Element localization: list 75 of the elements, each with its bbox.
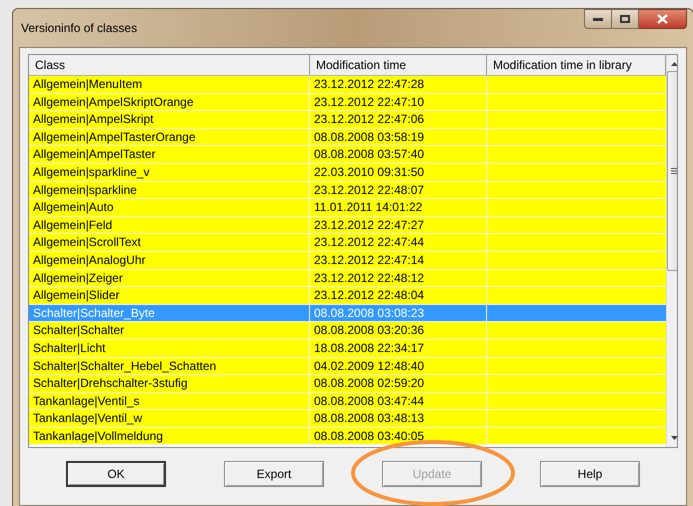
- table-cell: 08.08.2008 03:47:44: [310, 392, 487, 410]
- table-row[interactable]: Allgemein|AmpelSkriptOrange 23.12.2012 22:47:10: [29, 94, 666, 112]
- table-cell: 08.08.2008 03:58:19: [310, 128, 487, 146]
- table-cell: 08.08.2008 03:57:40: [310, 146, 487, 163]
- column-header[interactable]: Modification time: [310, 55, 487, 75]
- table-cell: Allgemein|Zeiger: [29, 270, 310, 286]
- column-header[interactable]: Class: [29, 55, 310, 75]
- table-cell: 04.02.2009 12:48:40: [310, 358, 487, 374]
- table-cell: Tankanlage|Ventil_s: [29, 392, 310, 410]
- table-row[interactable]: Allgemein|AmpelTasterOrange 08.08.2008 03:58:19: [29, 128, 666, 146]
- table-row[interactable]: Tankanlage|Ventil_w 08.08.2008 03:48:13: [29, 410, 666, 428]
- table-cell: Allgemein|Auto: [29, 199, 310, 216]
- table-cell: 08.08.2008 03:20:36: [310, 322, 487, 339]
- table-cell: Allgemein|AmpelSkriptOrange: [29, 94, 310, 110]
- table-cell: 11.01.2011 14:01:22: [310, 199, 487, 216]
- table-cell: 23.12.2012 22:47:06: [310, 111, 487, 128]
- table-cell: Allgemein|sparkline_v: [29, 164, 310, 181]
- minimize-button[interactable]: [584, 9, 612, 29]
- maximize-button[interactable]: [612, 9, 639, 29]
- dialog-button[interactable]: OK: [66, 461, 166, 487]
- table-row[interactable]: Allgemein|Auto 11.01.2011 14:01:22: [29, 199, 666, 217]
- table-cell: Allgemein|sparkline: [29, 182, 310, 198]
- table-row[interactable]: Allgemein|MenuItem 23.12.2012 22:47:28: [29, 76, 666, 94]
- table-row[interactable]: Allgemein|ScrollText 23.12.2012 22:47:44: [29, 234, 666, 252]
- table-cell: 23.12.2012 22:48:12: [310, 270, 487, 286]
- table-cell: 08.08.2008 03:08:23: [310, 304, 487, 322]
- table-cell: Tankanlage|Vollmeldung: [29, 428, 310, 444]
- table-cell: 23.12.2012 22:47:10: [310, 94, 487, 110]
- table-cell: 08.08.2008 03:40:05: [310, 428, 487, 444]
- table-cell: Allgemein|AmpelTaster: [29, 146, 310, 163]
- table-cell: Schalter|Drehschalter-3stufig: [29, 375, 310, 392]
- table-row[interactable]: Allgemein|sparkline_v 22.03.2010 09:31:50: [29, 164, 666, 182]
- table-cell: Allgemein|AmpelTasterOrange: [29, 128, 310, 146]
- table-row[interactable]: Schalter|Schalter_Hebel_Schatten 04.02.2009 12:48:40: [29, 358, 666, 376]
- table-cell: Schalter|Schalter_Byte: [29, 304, 310, 322]
- table-cell: 23.12.2012 22:47:44: [310, 234, 487, 251]
- table-cell: Allgemein|AmpelSkript: [29, 111, 310, 128]
- table-cell: 23.12.2012 22:47:14: [310, 252, 487, 269]
- table-cell: Schalter|Schalter: [29, 322, 310, 339]
- grip-icon: [671, 168, 677, 174]
- table-cell: Allgemein|Slider: [29, 287, 310, 304]
- window-title: Versioninfo of classes: [20, 20, 138, 37]
- table-row[interactable]: Allgemein|Slider 23.12.2012 22:48:04: [29, 287, 666, 305]
- table-cell: 23.12.2012 22:47:27: [310, 216, 487, 234]
- table-cell: Allgemein|ScrollText: [29, 234, 310, 251]
- table-cell: Tankanlage|Ventil_w: [29, 410, 310, 427]
- table-cell: 08.08.2008 03:48:13: [310, 410, 487, 427]
- table-row[interactable]: Allgemein|Feld 23.12.2012 22:47:27: [29, 216, 666, 234]
- table-cell: 23.12.2012 22:48:04: [310, 287, 487, 304]
- table-cell: 23.12.2012 22:48:07: [310, 182, 487, 198]
- close-icon: [657, 14, 668, 24]
- close-button[interactable]: [639, 9, 687, 29]
- table-row[interactable]: Allgemein|Zeiger 23.12.2012 22:48:12: [29, 270, 666, 288]
- down-arrow-icon: [671, 436, 677, 440]
- table-row[interactable]: Tankanlage|Ventil_s 08.08.2008 03:47:44: [29, 392, 666, 410]
- table-cell: 18.08.2008 22:34:17: [310, 340, 487, 356]
- table-cell: 22.03.2010 09:31:50: [310, 164, 487, 181]
- table-row[interactable]: Allgemein|sparkline 23.12.2012 22:48:07: [29, 182, 666, 200]
- table-row[interactable]: Tankanlage|Vollmeldung 08.08.2008 03:40:05: [29, 428, 666, 446]
- table-cell: 08.08.2008 02:59:20: [310, 375, 487, 392]
- table-row[interactable]: Schalter|Schalter 08.08.2008 03:20:36: [29, 322, 666, 340]
- table-row[interactable]: Allgemein|AnalogUhr 23.12.2012 22:47:14: [29, 252, 666, 270]
- table-cell: Schalter|Licht: [29, 340, 310, 356]
- table-cell: Allgemein|AnalogUhr: [29, 252, 310, 269]
- up-arrow-icon: [671, 62, 677, 66]
- dialog-button[interactable]: Export: [224, 461, 324, 487]
- table-row[interactable]: Allgemein|AmpelSkript 23.12.2012 22:47:06: [29, 111, 666, 129]
- table-cell: 23.12.2012 22:47:28: [310, 76, 487, 93]
- table-row[interactable]: Schalter|Licht 18.08.2008 22:34:17: [29, 340, 666, 358]
- table-row[interactable]: Allgemein|AmpelTaster 08.08.2008 03:57:40: [29, 146, 666, 164]
- table-cell: Allgemein|MenuItem: [29, 76, 310, 93]
- dialog-button[interactable]: Help: [540, 461, 640, 487]
- table-row[interactable]: Schalter|Drehschalter-3stufig 08.08.2008 02:59:20: [29, 375, 666, 393]
- table-cell: Schalter|Schalter_Hebel_Schatten: [29, 358, 310, 374]
- table-cell: Allgemein|Feld: [29, 216, 310, 234]
